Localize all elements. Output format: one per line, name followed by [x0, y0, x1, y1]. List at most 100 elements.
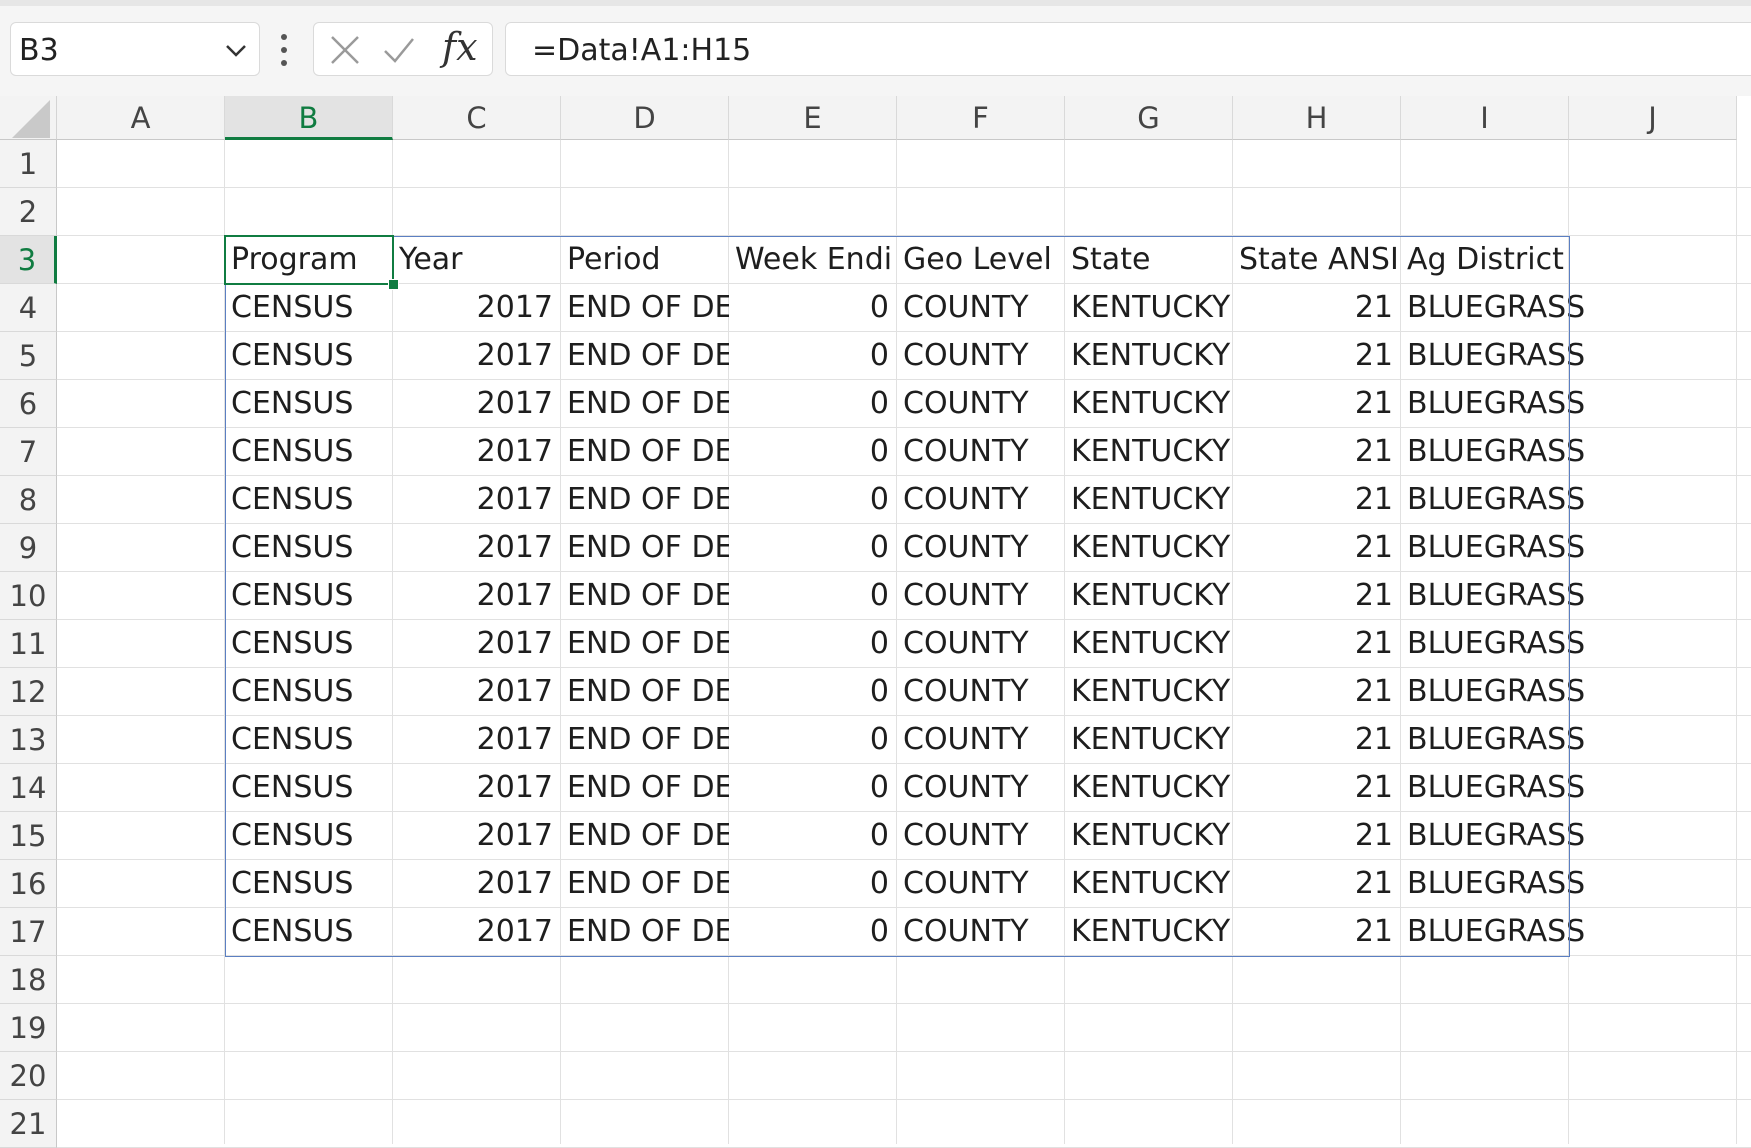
row-header-11[interactable]: 11 — [0, 620, 57, 668]
row-header-15[interactable]: 15 — [0, 812, 57, 860]
column-header-d[interactable]: D — [561, 96, 729, 140]
cell-period[interactable]: END OF DE — [561, 380, 729, 428]
cell-state-ansi[interactable]: 21 — [1233, 764, 1401, 812]
row-header-10[interactable]: 10 — [0, 572, 57, 620]
more-options-icon[interactable] — [276, 32, 292, 68]
cell-geo-level[interactable]: COUNTY — [897, 476, 1065, 524]
column-header-c[interactable]: C — [393, 96, 561, 140]
cell-year[interactable]: 2017 — [393, 860, 561, 908]
header-cell-year[interactable]: Year — [393, 236, 561, 284]
cell-ag-district[interactable]: BLUEGRASS — [1401, 428, 1585, 476]
column-header-f[interactable]: F — [897, 96, 1065, 140]
active-cell-b3[interactable] — [224, 235, 394, 285]
cell-state-ansi[interactable]: 21 — [1233, 476, 1401, 524]
cell-year[interactable]: 2017 — [393, 764, 561, 812]
cell-program[interactable]: CENSUS — [225, 860, 393, 908]
cell-year[interactable]: 2017 — [393, 572, 561, 620]
cell-ag-district[interactable]: BLUEGRASS — [1401, 620, 1585, 668]
formula-bar[interactable]: =Data!A1:H15 — [505, 22, 1751, 76]
header-cell-state[interactable]: State — [1065, 236, 1233, 284]
cell-geo-level[interactable]: COUNTY — [897, 428, 1065, 476]
row-header-1[interactable]: 1 — [0, 140, 57, 188]
cell-ag-district[interactable]: BLUEGRASS — [1401, 812, 1585, 860]
chevron-down-icon[interactable] — [223, 37, 249, 63]
cell-state-ansi[interactable]: 21 — [1233, 668, 1401, 716]
cell-ag-district[interactable]: BLUEGRASS — [1401, 764, 1585, 812]
header-cell-ag-district[interactable]: Ag District — [1401, 236, 1569, 284]
row-header-8[interactable]: 8 — [0, 476, 57, 524]
cell-ag-district[interactable]: BLUEGRASS — [1401, 476, 1585, 524]
cell-geo-level[interactable]: COUNTY — [897, 716, 1065, 764]
cell-year[interactable]: 2017 — [393, 380, 561, 428]
column-header-g[interactable]: G — [1065, 96, 1233, 140]
column-header-b[interactable]: B — [225, 96, 393, 140]
cell-ag-district[interactable]: BLUEGRASS — [1401, 332, 1585, 380]
cell-program[interactable]: CENSUS — [225, 332, 393, 380]
cell-period[interactable]: END OF DE — [561, 476, 729, 524]
cell-year[interactable]: 2017 — [393, 620, 561, 668]
cell-state-ansi[interactable]: 21 — [1233, 332, 1401, 380]
row-header-19[interactable]: 19 — [0, 1004, 57, 1052]
row-header-5[interactable]: 5 — [0, 332, 57, 380]
cell-year[interactable]: 2017 — [393, 716, 561, 764]
cell-week-ending[interactable]: 0 — [729, 284, 897, 332]
name-box[interactable]: B3 — [10, 22, 260, 76]
cell-week-ending[interactable]: 0 — [729, 476, 897, 524]
row-header-21[interactable]: 21 — [0, 1100, 57, 1148]
cell-year[interactable]: 2017 — [393, 812, 561, 860]
cell-year[interactable]: 2017 — [393, 428, 561, 476]
cell-geo-level[interactable]: COUNTY — [897, 812, 1065, 860]
cell-state-ansi[interactable]: 21 — [1233, 380, 1401, 428]
cell-geo-level[interactable]: COUNTY — [897, 332, 1065, 380]
cell-period[interactable]: END OF DE — [561, 620, 729, 668]
cell-state[interactable]: KENTUCKY — [1065, 668, 1233, 716]
cell-week-ending[interactable]: 0 — [729, 332, 897, 380]
cell-state-ansi[interactable]: 21 — [1233, 812, 1401, 860]
cell-period[interactable]: END OF DE — [561, 284, 729, 332]
cell-state[interactable]: KENTUCKY — [1065, 332, 1233, 380]
cell-ag-district[interactable]: BLUEGRASS — [1401, 668, 1585, 716]
cell-program[interactable]: CENSUS — [225, 476, 393, 524]
cell-state[interactable]: KENTUCKY — [1065, 476, 1233, 524]
cell-period[interactable]: END OF DE — [561, 764, 729, 812]
cell-week-ending[interactable]: 0 — [729, 428, 897, 476]
row-header-16[interactable]: 16 — [0, 860, 57, 908]
cell-ag-district[interactable]: BLUEGRASS — [1401, 380, 1585, 428]
cell-state[interactable]: KENTUCKY — [1065, 908, 1233, 956]
cell-program[interactable]: CENSUS — [225, 716, 393, 764]
cell-program[interactable]: CENSUS — [225, 572, 393, 620]
cell-program[interactable]: CENSUS — [225, 620, 393, 668]
cell-geo-level[interactable]: COUNTY — [897, 764, 1065, 812]
select-all-corner[interactable] — [0, 96, 57, 140]
cell-period[interactable]: END OF DE — [561, 716, 729, 764]
cell-week-ending[interactable]: 0 — [729, 668, 897, 716]
cell-week-ending[interactable]: 0 — [729, 572, 897, 620]
cell-state[interactable]: KENTUCKY — [1065, 284, 1233, 332]
row-header-18[interactable]: 18 — [0, 956, 57, 1004]
header-cell-week-ending[interactable]: Week Endi — [729, 236, 897, 284]
cell-ag-district[interactable]: BLUEGRASS — [1401, 860, 1585, 908]
cancel-icon[interactable] — [328, 33, 362, 67]
cell-geo-level[interactable]: COUNTY — [897, 860, 1065, 908]
cell-state[interactable]: KENTUCKY — [1065, 716, 1233, 764]
cell-program[interactable]: CENSUS — [225, 908, 393, 956]
cell-ag-district[interactable]: BLUEGRASS — [1401, 908, 1585, 956]
cell-state-ansi[interactable]: 21 — [1233, 620, 1401, 668]
row-header-13[interactable]: 13 — [0, 716, 57, 764]
cell-geo-level[interactable]: COUNTY — [897, 908, 1065, 956]
header-cell-period[interactable]: Period — [561, 236, 729, 284]
row-header-12[interactable]: 12 — [0, 668, 57, 716]
cell-period[interactable]: END OF DE — [561, 908, 729, 956]
cell-week-ending[interactable]: 0 — [729, 380, 897, 428]
cell-ag-district[interactable]: BLUEGRASS — [1401, 572, 1585, 620]
cell-geo-level[interactable]: COUNTY — [897, 572, 1065, 620]
row-header-2[interactable]: 2 — [0, 188, 57, 236]
spreadsheet-grid[interactable]: A B C D E F G H I J 1 2 3 4 5 6 7 8 9 10 11 12 13 14 15 16 17 18 19 2… — [0, 96, 1751, 1148]
row-header-14[interactable]: 14 — [0, 764, 57, 812]
column-header-h[interactable]: H — [1233, 96, 1401, 140]
cell-year[interactable]: 2017 — [393, 524, 561, 572]
cell-state-ansi[interactable]: 21 — [1233, 908, 1401, 956]
cell-state[interactable]: KENTUCKY — [1065, 524, 1233, 572]
insert-function-icon[interactable]: fx — [442, 25, 478, 69]
cell-week-ending[interactable]: 0 — [729, 716, 897, 764]
